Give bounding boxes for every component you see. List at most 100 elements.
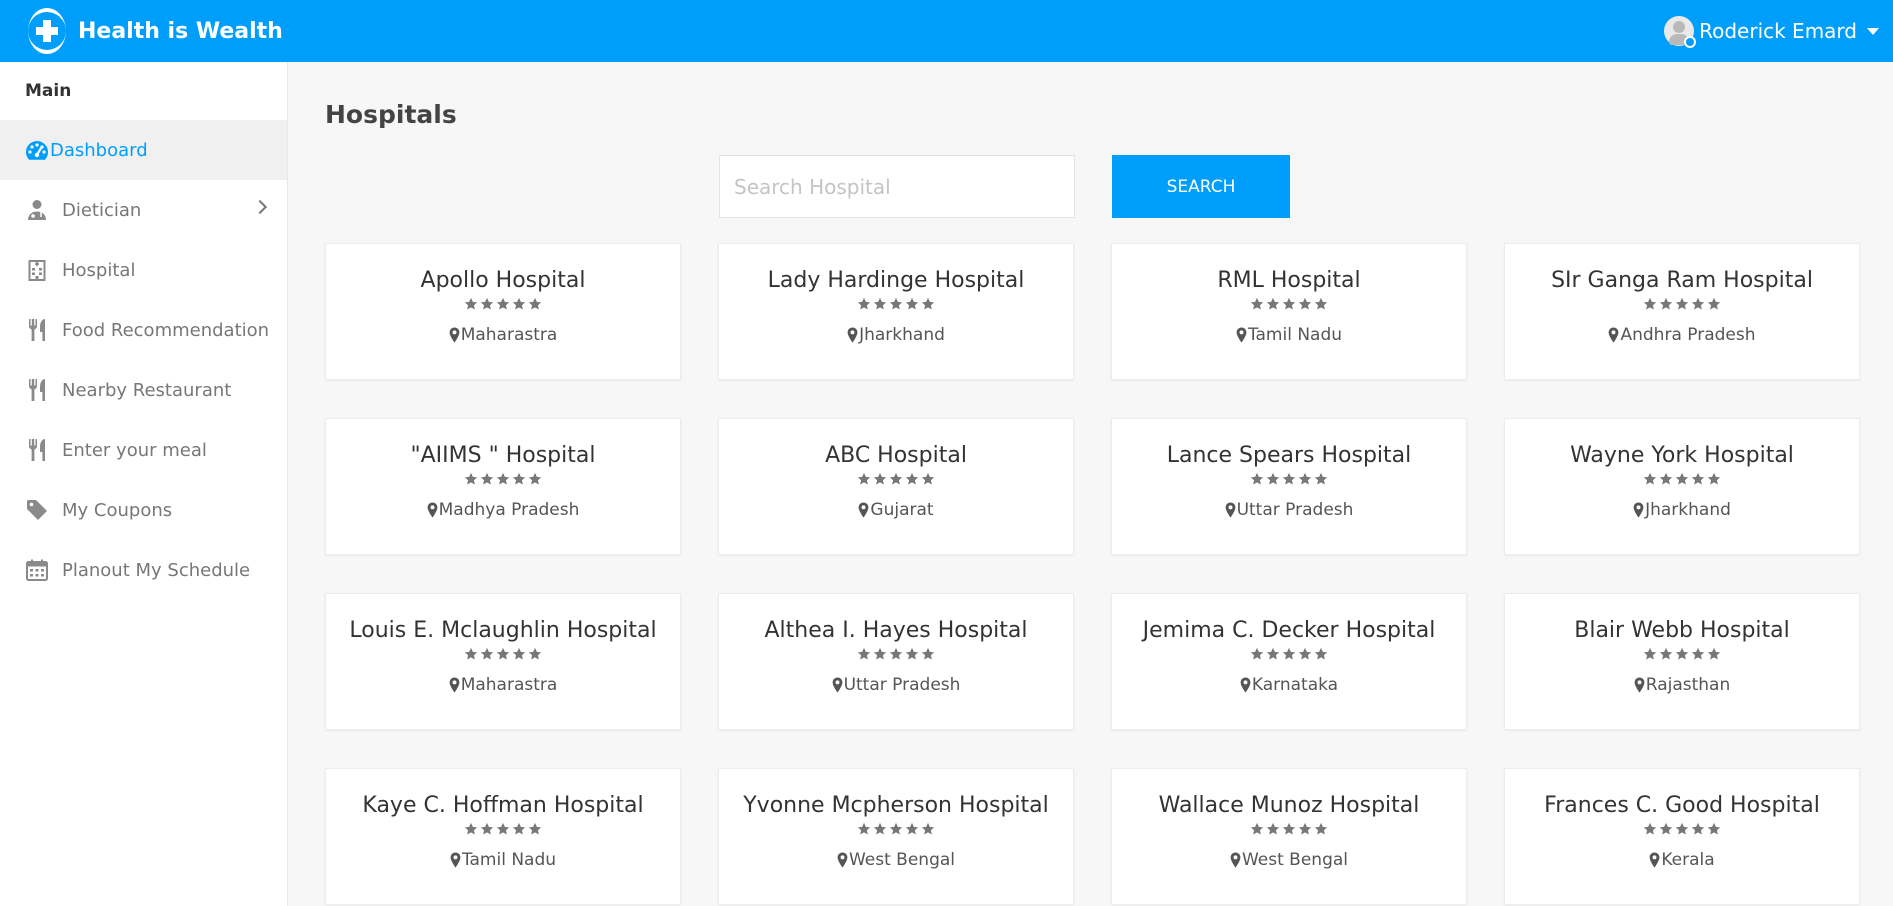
- star-icon: [528, 822, 542, 836]
- star-icon: [889, 472, 903, 486]
- sidebar-item-label: My Coupons: [62, 499, 173, 521]
- star-icon: [464, 647, 478, 661]
- hospital-name[interactable]: Althea I. Hayes Hospital: [719, 618, 1073, 643]
- avatar: [1664, 16, 1697, 48]
- hospital-location: Karnataka: [1112, 675, 1466, 695]
- star-icon: [905, 297, 919, 311]
- hospital-name[interactable]: ABC Hospital: [719, 443, 1073, 468]
- star-icon: [1298, 297, 1312, 311]
- brand[interactable]: Health is Wealth: [0, 8, 283, 54]
- star-icon: [1314, 822, 1328, 836]
- star-rating: [719, 647, 1073, 661]
- star-rating: [326, 647, 680, 661]
- tag-icon: [24, 497, 50, 523]
- star-rating: [1505, 822, 1859, 836]
- star-icon: [1659, 822, 1673, 836]
- sidebar: Main Dashboard Dietician Hospital Food R…: [0, 62, 288, 906]
- location-text: Rajasthan: [1645, 675, 1731, 695]
- star-icon: [1659, 472, 1673, 486]
- sidebar-item-dashboard[interactable]: Dashboard: [0, 120, 287, 180]
- star-icon: [1691, 822, 1705, 836]
- map-marker-icon: [858, 502, 870, 518]
- star-icon: [921, 647, 935, 661]
- sidebar-item-planout-my-schedule[interactable]: Planout My Schedule: [0, 540, 287, 600]
- star-rating: [1112, 472, 1466, 486]
- star-icon: [464, 297, 478, 311]
- hospital-card[interactable]: Althea I. Hayes Hospital Uttar Pradesh: [718, 593, 1074, 730]
- star-icon: [1282, 297, 1296, 311]
- sidebar-item-nearby-restaurant[interactable]: Nearby Restaurant: [0, 360, 287, 420]
- hospital-card[interactable]: Frances C. Good Hospital Kerala: [1504, 768, 1860, 905]
- hospital-name[interactable]: RML Hospital: [1112, 268, 1466, 293]
- star-icon: [1314, 647, 1328, 661]
- hospital-card[interactable]: Apollo Hospital Maharastra: [325, 243, 681, 380]
- hospital-card[interactable]: Blair Webb Hospital Rajasthan: [1504, 593, 1860, 730]
- star-icon: [873, 472, 887, 486]
- map-marker-icon: [1230, 852, 1242, 868]
- location-text: Tamil Nadu: [1247, 325, 1343, 345]
- hospital-name[interactable]: Kaye C. Hoffman Hospital: [326, 793, 680, 818]
- star-icon: [1659, 297, 1673, 311]
- hospital-name[interactable]: Apollo Hospital: [326, 268, 680, 293]
- hospital-name[interactable]: Wallace Munoz Hospital: [1112, 793, 1466, 818]
- doctor-icon: [24, 197, 50, 223]
- sidebar-item-dietician[interactable]: Dietician: [0, 180, 287, 240]
- star-rating: [326, 472, 680, 486]
- chevron-right-icon: [252, 199, 268, 215]
- star-icon: [921, 472, 935, 486]
- hospital-name[interactable]: SIr Ganga Ram Hospital: [1505, 268, 1859, 293]
- star-icon: [889, 647, 903, 661]
- star-icon: [1691, 297, 1705, 311]
- hospital-card[interactable]: Jemima C. Decker Hospital Karnataka: [1111, 593, 1467, 730]
- sidebar-item-enter-your-meal[interactable]: Enter your meal: [0, 420, 287, 480]
- online-status-icon: [1684, 36, 1697, 48]
- star-icon: [1675, 472, 1689, 486]
- hospital-card[interactable]: RML Hospital Tamil Nadu: [1111, 243, 1467, 380]
- sidebar-item-hospital[interactable]: Hospital: [0, 240, 287, 300]
- hospital-card[interactable]: Yvonne Mcpherson Hospital West Bengal: [718, 768, 1074, 905]
- sidebar-item-my-coupons[interactable]: My Coupons: [0, 480, 287, 540]
- location-text: Uttar Pradesh: [1236, 500, 1354, 520]
- star-rating: [719, 822, 1073, 836]
- map-marker-icon: [1649, 852, 1661, 868]
- search-button[interactable]: SEARCH: [1112, 155, 1290, 218]
- map-marker-icon: [1236, 327, 1248, 343]
- hospital-card[interactable]: ABC Hospital Gujarat: [718, 418, 1074, 555]
- hospital-card[interactable]: Louis E. Mclaughlin Hospital Maharastra: [325, 593, 681, 730]
- sidebar-item-label: Food Recommendation: [62, 319, 270, 341]
- hospital-name[interactable]: Lance Spears Hospital: [1112, 443, 1466, 468]
- star-icon: [1298, 472, 1312, 486]
- hospital-location: Tamil Nadu: [1112, 325, 1466, 345]
- hospital-location: West Bengal: [1112, 850, 1466, 870]
- hospital-name[interactable]: "AIIMS " Hospital: [326, 443, 680, 468]
- star-icon: [464, 472, 478, 486]
- location-text: Jharkhand: [1645, 500, 1731, 520]
- hospital-name[interactable]: Jemima C. Decker Hospital: [1112, 618, 1466, 643]
- hospital-card[interactable]: Lance Spears Hospital Uttar Pradesh: [1111, 418, 1467, 555]
- hospital-card[interactable]: Kaye C. Hoffman Hospital Tamil Nadu: [325, 768, 681, 905]
- hospital-card[interactable]: "AIIMS " Hospital Madhya Pradesh: [325, 418, 681, 555]
- sidebar-item-food-recommendation[interactable]: Food Recommendation: [0, 300, 287, 360]
- location-text: West Bengal: [848, 850, 956, 870]
- hospital-name[interactable]: Blair Webb Hospital: [1505, 618, 1859, 643]
- hospital-name[interactable]: Frances C. Good Hospital: [1505, 793, 1859, 818]
- location-text: Karnataka: [1251, 675, 1339, 695]
- hospital-card[interactable]: Lady Hardinge Hospital Jharkhand: [718, 243, 1074, 380]
- search-input[interactable]: [719, 155, 1075, 218]
- hospital-card[interactable]: Wallace Munoz Hospital West Bengal: [1111, 768, 1467, 905]
- hospital-name[interactable]: Wayne York Hospital: [1505, 443, 1859, 468]
- star-icon: [1643, 647, 1657, 661]
- hospital-name[interactable]: Louis E. Mclaughlin Hospital: [326, 618, 680, 643]
- star-icon: [905, 647, 919, 661]
- hospital-card[interactable]: SIr Ganga Ram Hospital Andhra Pradesh: [1504, 243, 1860, 380]
- location-text: Tamil Nadu: [461, 850, 557, 870]
- star-icon: [1659, 647, 1673, 661]
- hospital-name[interactable]: Yvonne Mcpherson Hospital: [719, 793, 1073, 818]
- user-menu[interactable]: Roderick Emard: [1664, 0, 1879, 62]
- map-marker-icon: [1240, 677, 1252, 693]
- map-marker-icon: [837, 852, 849, 868]
- hospital-name[interactable]: Lady Hardinge Hospital: [719, 268, 1073, 293]
- star-rating: [719, 297, 1073, 311]
- hospital-card[interactable]: Wayne York Hospital Jharkhand: [1504, 418, 1860, 555]
- hospital-location: Uttar Pradesh: [1112, 500, 1466, 520]
